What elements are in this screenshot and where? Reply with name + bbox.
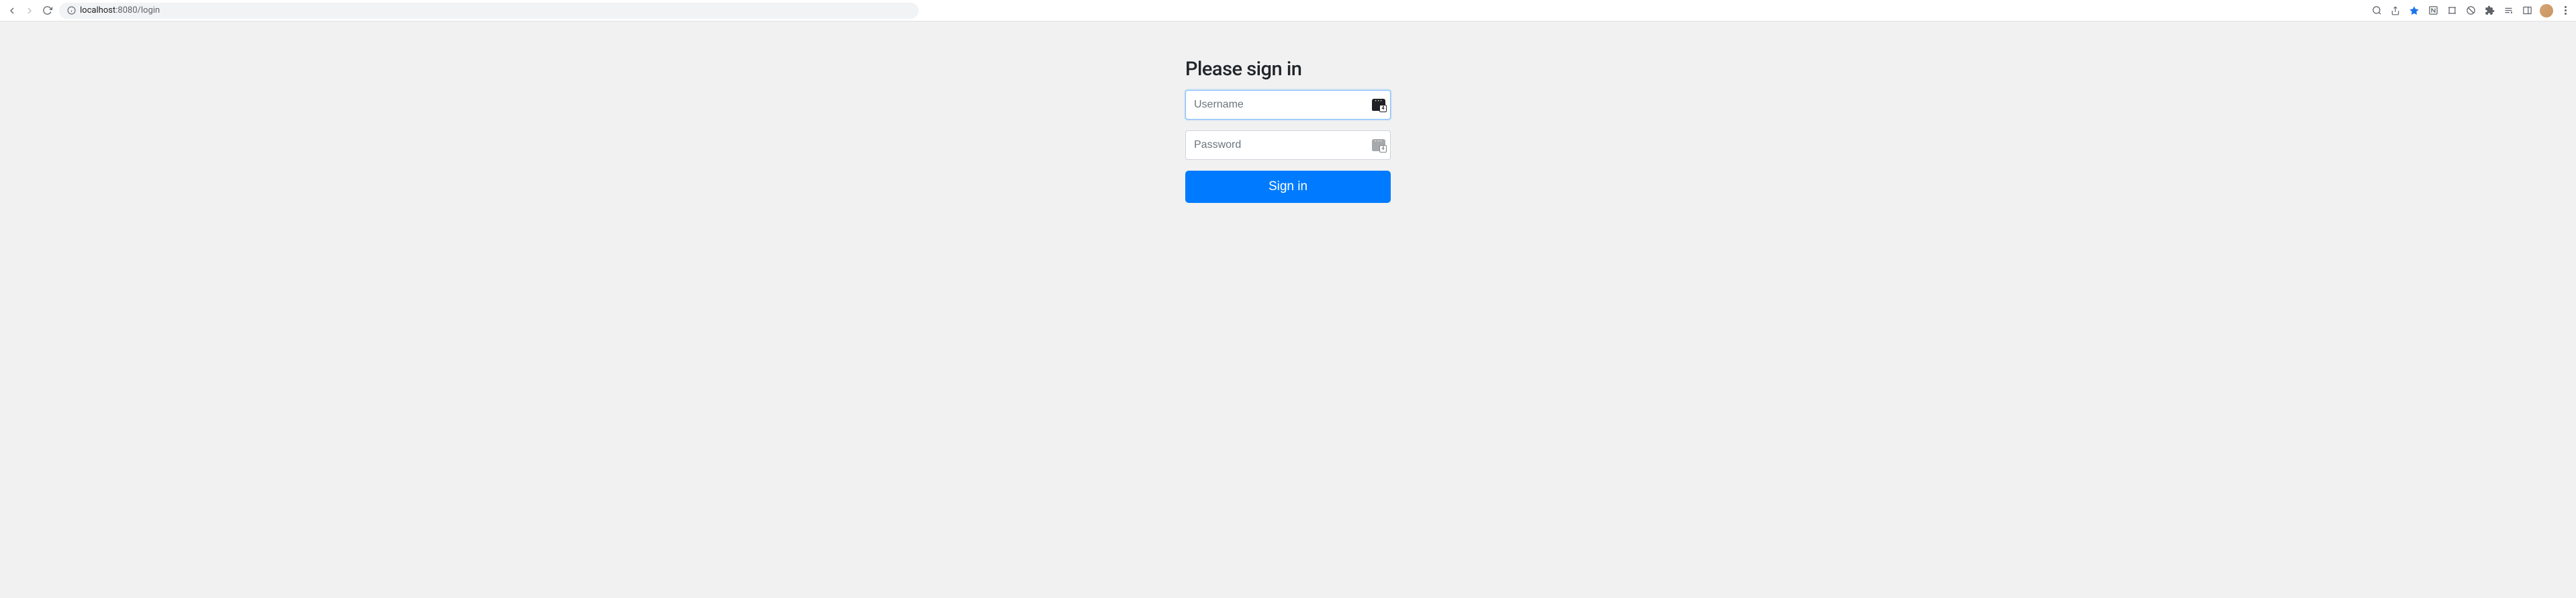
toolbar-right [2371, 4, 2571, 17]
login-form: Please sign in Sign in [1185, 58, 1391, 263]
share-icon[interactable] [2389, 5, 2401, 17]
chrome-menu-icon[interactable] [2560, 5, 2571, 16]
extensions-puzzle-icon[interactable] [2483, 5, 2495, 17]
password-wrapper [1185, 130, 1391, 160]
site-info-icon[interactable] [67, 6, 76, 15]
extension-frame-icon[interactable] [2446, 5, 2458, 17]
side-panel-icon[interactable] [2521, 5, 2533, 17]
address-bar[interactable]: localhost:8080/login [59, 3, 919, 19]
page-content: Please sign in Sign in [0, 22, 2576, 263]
signin-button[interactable]: Sign in [1185, 171, 1391, 203]
username-wrapper [1185, 90, 1391, 120]
reload-button[interactable] [40, 4, 54, 17]
extension-notion-icon[interactable] [2427, 5, 2439, 17]
login-heading: Please sign in [1185, 58, 1391, 81]
url-port: :8080 [116, 5, 137, 15]
profile-avatar[interactable] [2540, 4, 2553, 17]
password-manager-icon[interactable] [1372, 139, 1385, 151]
back-button[interactable] [5, 4, 19, 17]
username-input[interactable] [1185, 90, 1391, 120]
nav-buttons [5, 4, 54, 17]
browser-toolbar: localhost:8080/login [0, 0, 2576, 22]
url-host: localhost [80, 5, 116, 15]
forward-button[interactable] [23, 4, 36, 17]
bookmark-star-icon[interactable] [2408, 5, 2420, 17]
password-manager-icon[interactable] [1372, 99, 1385, 111]
extension-blocker-icon[interactable] [2465, 5, 2477, 17]
zoom-icon[interactable] [2371, 5, 2383, 17]
url-text: localhost:8080/login [80, 5, 160, 15]
url-path: /login [138, 5, 160, 15]
password-input[interactable] [1185, 130, 1391, 160]
reading-list-icon[interactable] [2502, 5, 2514, 17]
